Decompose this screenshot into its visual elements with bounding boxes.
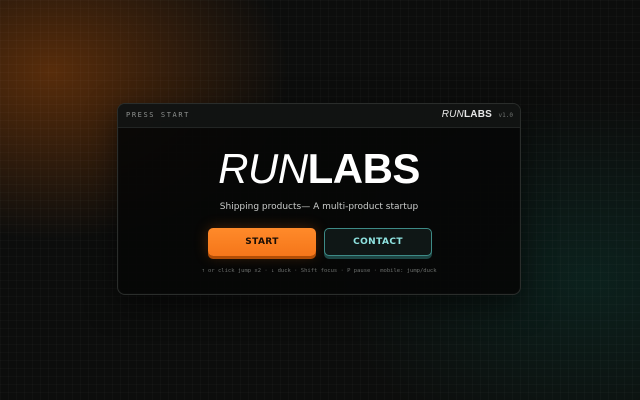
hero-logo-light: RUN [218, 145, 308, 192]
tagline: Shipping products— A multi-product start… [219, 202, 419, 212]
panel-topbar: PRESS START RUNLABS v1.0 [118, 104, 520, 128]
controls-hint: ↑ or click jump x2 · ↓ duck · Shift focu… [201, 268, 437, 274]
hero-logo: RUNLABS [118, 148, 520, 190]
brand-small-logo: RUNLABS [442, 109, 492, 120]
hero-logo-bold: LABS [307, 145, 421, 192]
version-label: v1.0 [498, 112, 513, 119]
contact-button[interactable]: CONTACT [324, 228, 432, 256]
start-screen-panel: PRESS START RUNLABS v1.0 RUNLABS Shippin… [117, 103, 521, 295]
press-start-label: PRESS START [126, 111, 190, 119]
start-button[interactable]: START [208, 228, 316, 256]
brand-small-logo-light: RUN [441, 109, 464, 120]
brand-small-logo-bold: LABS [463, 109, 492, 120]
